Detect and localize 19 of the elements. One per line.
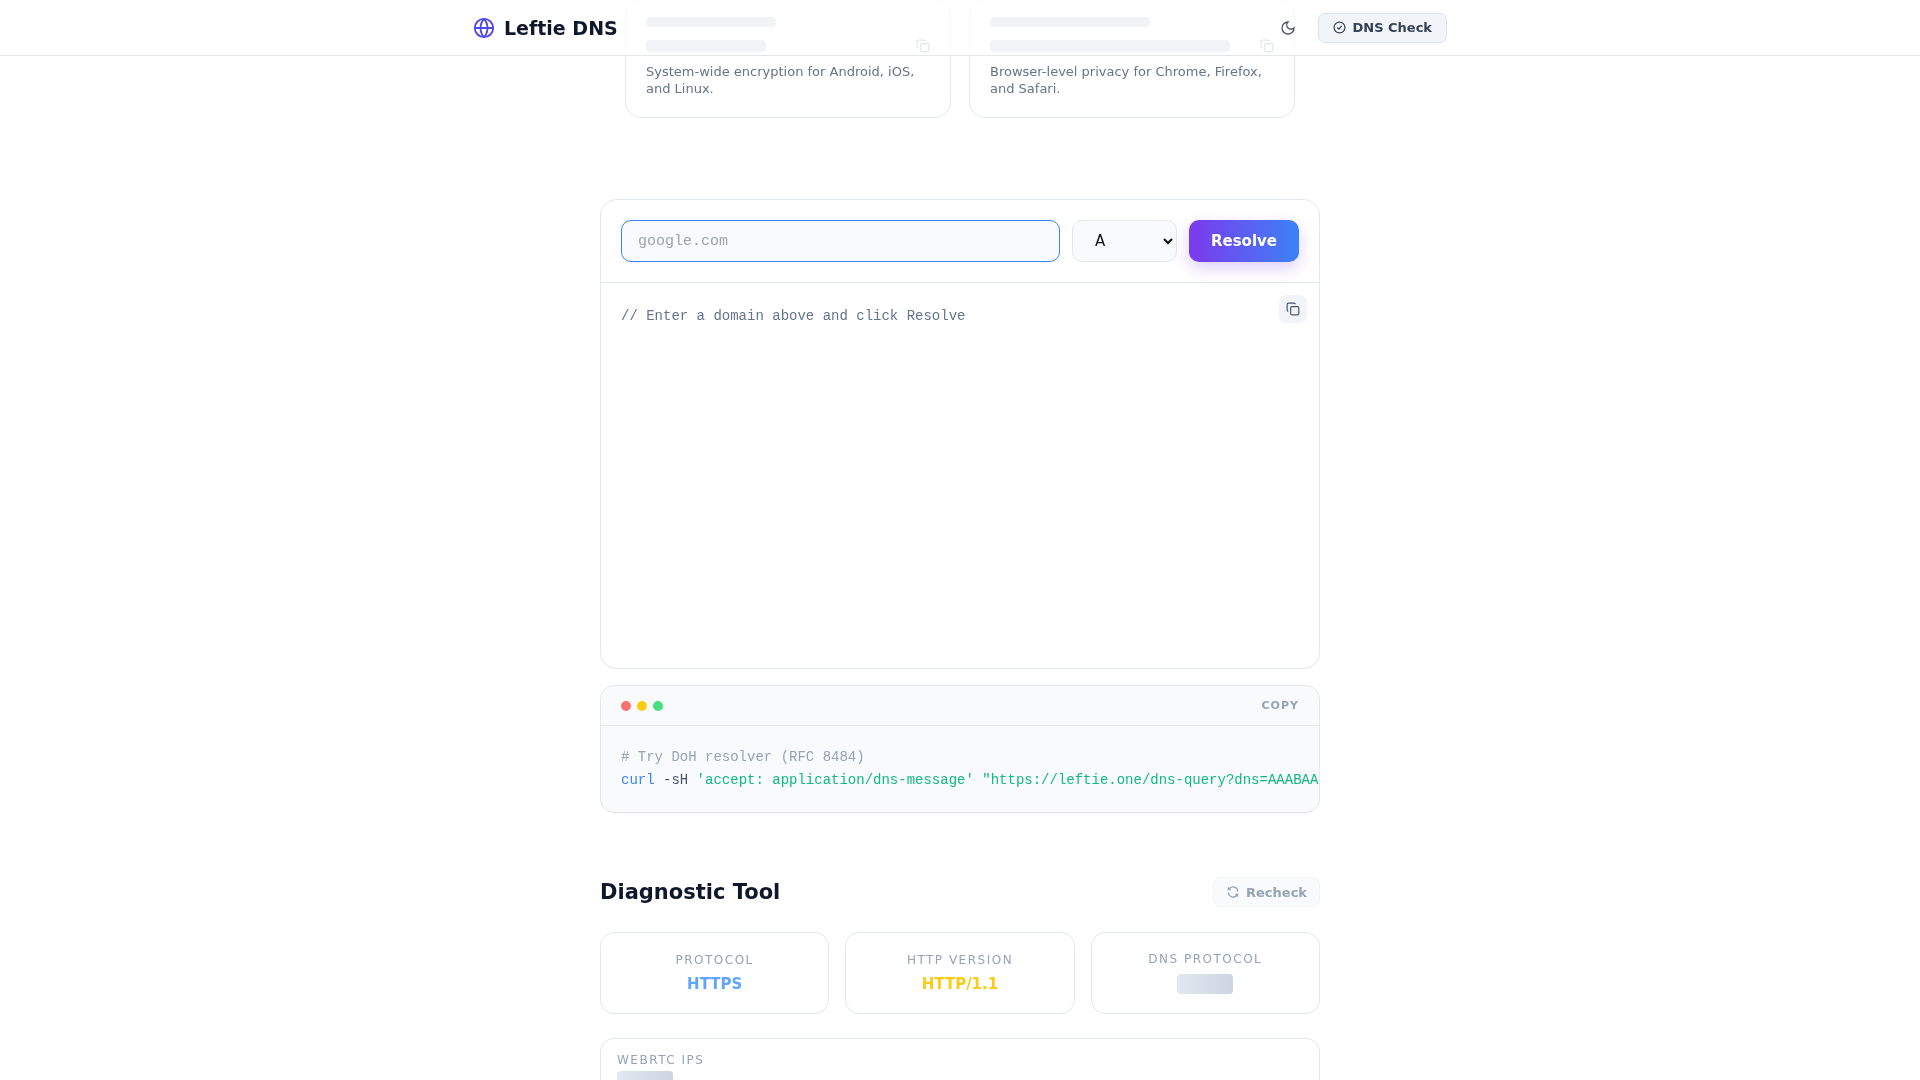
code-line: curl -sH 'accept: application/dns-message' "https://leftie.one/dns-query?dns=AAABAA — [621, 771, 1319, 790]
resolve-button[interactable]: Resolve — [1189, 220, 1299, 262]
stat-label: HTTP VERSION — [906, 953, 1014, 967]
endpoint-description: System-wide encryption for Android, iOS, and Linux. — [646, 63, 916, 97]
dns-check-button[interactable]: DNS Check — [1318, 12, 1447, 43]
stat-value: HTTP/1.1 — [921, 975, 999, 993]
output-text: // Enter a domain above and click Resolve — [621, 308, 966, 324]
stat-label: PROTOCOL — [675, 953, 754, 967]
brand-name: Leftie DNS — [504, 16, 618, 39]
domain-field[interactable]: google.com — [621, 220, 1060, 262]
recheck-button[interactable]: Recheck — [1213, 877, 1320, 907]
section-title: Diagnostic Tool — [600, 880, 781, 904]
record-type-select[interactable]: A — [1072, 220, 1177, 262]
webrtc-label: WEBRTC IPS — [617, 1053, 706, 1067]
stat-label: DNS PROTOCOL — [1148, 952, 1263, 966]
stat-value: HTTPS — [687, 975, 743, 993]
code-line: # Try DoH resolver (RFC 8484) — [621, 748, 866, 767]
copy-button[interactable]: COPY — [1261, 699, 1299, 712]
endpoint-description: Browser-level privacy for Chrome, Firefox, and Safari. — [990, 63, 1263, 97]
